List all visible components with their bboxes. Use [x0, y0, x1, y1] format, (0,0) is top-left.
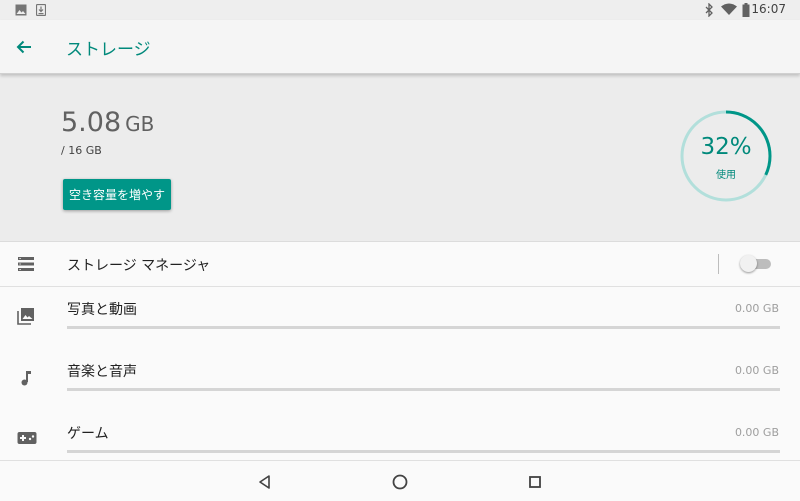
recents-square-icon[interactable] — [524, 471, 546, 493]
used-amount: 5.08 GB — [61, 107, 154, 138]
free-up-space-button[interactable]: 空き容量を増やす — [63, 179, 171, 210]
gamepad-icon — [17, 432, 37, 444]
download-icon — [36, 4, 46, 16]
usage-percent: 32% — [700, 134, 752, 160]
wifi-icon — [721, 3, 737, 15]
image-icon — [15, 4, 27, 16]
category-size: 0.00 GB — [734, 426, 779, 439]
used-value: 5.08 — [61, 107, 122, 138]
row-divider — [718, 254, 719, 274]
category-label: 音楽と音声 — [67, 364, 137, 380]
home-circle-icon[interactable] — [389, 471, 411, 493]
category-progress-bar — [67, 388, 780, 391]
page-title: ストレージ — [66, 40, 151, 60]
storage-summary: 5.08 GB / 16 GB 空き容量を増やす 32% 使用 — [0, 74, 800, 242]
music-note-icon — [21, 371, 31, 386]
category-size: 0.00 GB — [734, 364, 779, 377]
status-time: 16:07 — [751, 2, 786, 16]
back-triangle-icon[interactable] — [254, 471, 276, 493]
storage-list-icon — [18, 257, 34, 271]
category-progress-bar — [67, 450, 780, 453]
category-size: 0.00 GB — [734, 302, 779, 315]
category-row-photos[interactable]: 写真と動画 0.00 GB — [0, 287, 800, 349]
category-row-audio[interactable]: 音楽と音声 0.00 GB — [0, 349, 800, 411]
app-bar: ストレージ — [0, 20, 800, 74]
storage-manager-toggle[interactable] — [740, 255, 774, 272]
bluetooth-icon — [705, 3, 713, 17]
category-label: ゲーム — [67, 426, 109, 442]
battery-icon — [742, 3, 750, 17]
navigation-bar — [0, 460, 800, 501]
storage-manager-row[interactable]: ストレージ マネージャ — [0, 242, 800, 287]
photo-library-icon — [17, 308, 34, 325]
arrow-back-icon[interactable] — [10, 33, 38, 61]
toggle-thumb — [740, 255, 757, 272]
storage-manager-label: ストレージ マネージャ — [67, 258, 211, 274]
category-label: 写真と動画 — [67, 302, 137, 318]
usage-ring-text: 32% 使用 — [680, 110, 772, 202]
usage-caption: 使用 — [716, 170, 736, 181]
used-unit: GB — [125, 112, 155, 136]
total-capacity: / 16 GB — [61, 144, 102, 157]
category-progress-bar — [67, 326, 780, 329]
status-bar: 16:07 — [0, 0, 800, 20]
